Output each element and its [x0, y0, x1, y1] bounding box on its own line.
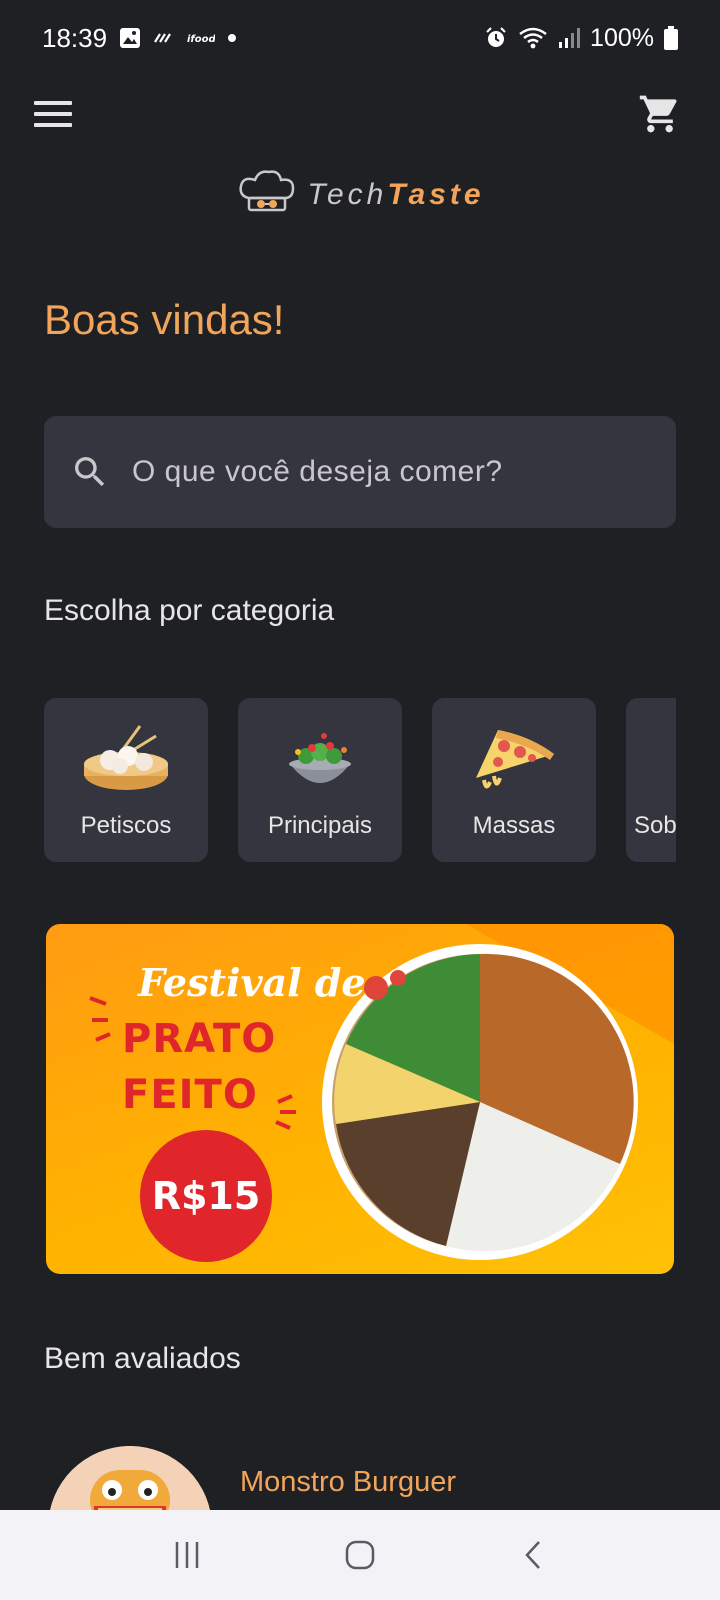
- dumplings-icon: [84, 725, 168, 790]
- status-time: 18:39: [42, 22, 108, 53]
- menu-line: [34, 112, 72, 116]
- logo-text-bold: Taste: [387, 177, 485, 211]
- categories-title: Escolha por categoria: [44, 594, 335, 627]
- category-list: Petiscos Principais Massas Sob: [44, 698, 676, 862]
- system-nav-bar: [0, 1510, 720, 1600]
- back-button[interactable]: [503, 1525, 563, 1585]
- welcome-heading: Boas vindas!: [44, 296, 285, 343]
- alarm-icon: [484, 26, 508, 50]
- status-right: 100%: [484, 24, 678, 53]
- salad-bowl-icon: [289, 733, 351, 783]
- home-button[interactable]: [330, 1525, 390, 1585]
- app-bar: [0, 84, 720, 148]
- home-icon: [345, 1540, 375, 1570]
- dot-icon: [227, 33, 237, 43]
- category-label: Petiscos: [80, 812, 172, 839]
- logo-text: TechTaste: [307, 178, 484, 212]
- cart-icon[interactable]: [638, 92, 682, 136]
- category-label: Sob: [634, 812, 676, 839]
- top-rated-title: Bem avaliados: [44, 1342, 241, 1375]
- ifood-icon: ifood: [187, 30, 215, 46]
- category-label: Massas: [472, 812, 556, 839]
- back-icon: [525, 1541, 541, 1569]
- signal-bars-icon: [153, 28, 175, 48]
- pizza-icon: [476, 730, 554, 789]
- recent-apps-icon: [175, 1542, 198, 1568]
- restaurant-name: Monstro Burguer: [240, 1466, 456, 1498]
- status-left: 18:39 ifood: [42, 23, 237, 54]
- search-icon: [75, 457, 105, 487]
- menu-line: [34, 101, 72, 105]
- category-principais[interactable]: Principais: [238, 698, 402, 862]
- banner-price-badge: R$15: [140, 1130, 272, 1262]
- menu-line: [34, 123, 72, 127]
- plate-food-image: [322, 944, 638, 1260]
- banner-title-line2: FEITO: [122, 1072, 258, 1118]
- menu-icon[interactable]: [34, 98, 72, 130]
- status-bar: 18:39 ifood 100%: [0, 0, 720, 76]
- category-petiscos[interactable]: Petiscos: [44, 698, 208, 862]
- logo-text-regular: Tech: [307, 177, 388, 211]
- category-sobremesas[interactable]: Sob: [626, 698, 676, 862]
- search-placeholder: O que você deseja comer?: [132, 455, 503, 488]
- category-massas[interactable]: Massas: [432, 698, 596, 862]
- promo-banner[interactable]: Festival de PRATO FEITO R$15: [46, 924, 674, 1274]
- battery-icon: [664, 26, 678, 50]
- recent-apps-button[interactable]: [157, 1525, 217, 1585]
- banner-title-line1: PRATO: [122, 1016, 277, 1062]
- wifi-icon: [518, 26, 548, 50]
- category-label: Principais: [267, 812, 373, 839]
- app-logo: TechTaste: [0, 168, 720, 221]
- search-input[interactable]: O que você deseja comer?: [44, 416, 676, 528]
- svg-text:ifood: ifood: [187, 34, 215, 45]
- cell-signal-icon: [558, 27, 581, 49]
- chef-hat-icon: [235, 168, 299, 221]
- image-icon: [119, 27, 141, 49]
- battery-percent: 100%: [590, 23, 654, 52]
- banner-festival-text: Festival de: [138, 960, 366, 1005]
